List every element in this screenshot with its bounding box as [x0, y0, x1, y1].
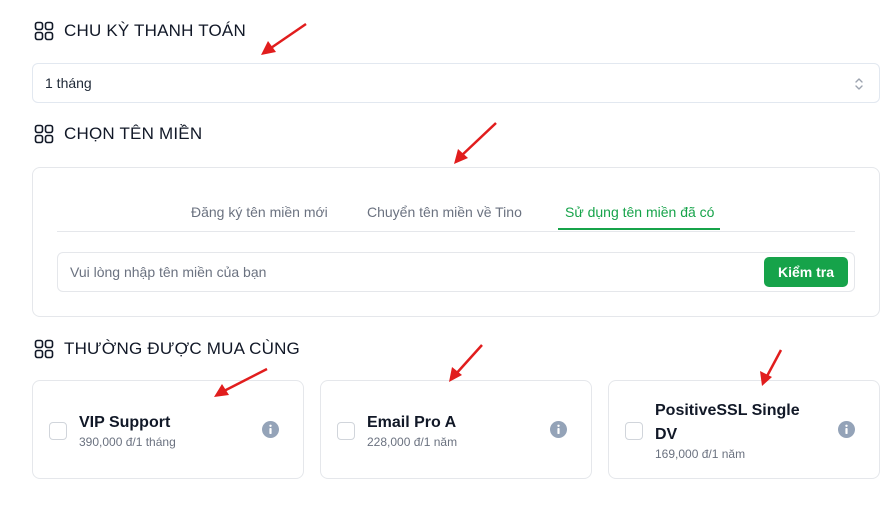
addons-heading-title: THƯỜNG ĐƯỢC MUA CÙNG: [64, 339, 300, 358]
grid-icon: [34, 124, 54, 144]
annotation-arrow: [454, 122, 497, 164]
check-domain-button[interactable]: Kiểm tra: [764, 257, 848, 287]
domain-heading: CHỌN TÊN MIỀN: [34, 124, 202, 144]
domain-input[interactable]: [58, 253, 758, 291]
info-icon[interactable]: [262, 421, 279, 438]
addon-price: 169,000 đ/1 năm: [655, 447, 746, 461]
addon-price: 390,000 đ/1 tháng: [79, 435, 176, 449]
annotation-arrow: [261, 22, 307, 55]
domain-card: Đăng ký tên miền mới Chuyển tên miền về …: [32, 167, 880, 317]
tab-transfer-domain[interactable]: Chuyển tên miền về Tino: [367, 204, 522, 228]
addon-checkbox[interactable]: [337, 422, 355, 440]
info-icon[interactable]: [550, 421, 567, 438]
addon-card-vip-support[interactable]: VIP Support 390,000 đ/1 tháng: [32, 380, 304, 479]
addon-checkbox[interactable]: [625, 422, 643, 440]
addon-card-positivessl[interactable]: PositiveSSL Single DV 169,000 đ/1 năm: [608, 380, 880, 479]
addon-card-email-pro-a[interactable]: Email Pro A 228,000 đ/1 năm: [320, 380, 592, 479]
info-icon[interactable]: [838, 421, 855, 438]
addon-name: PositiveSSL Single DV: [655, 402, 800, 443]
billing-heading: CHU KỲ THANH TOÁN: [34, 21, 246, 41]
addon-price: 228,000 đ/1 năm: [367, 435, 458, 449]
domain-input-group: Kiểm tra: [57, 252, 855, 292]
addon-name: VIP Support: [79, 414, 171, 431]
chevron-up-down-icon: [855, 78, 863, 90]
grid-icon: [34, 21, 54, 41]
addon-checkbox[interactable]: [49, 422, 67, 440]
tab-register-domain[interactable]: Đăng ký tên miền mới: [191, 204, 328, 228]
domain-heading-title: CHỌN TÊN MIỀN: [64, 124, 203, 143]
tab-use-existing-domain[interactable]: Sử dụng tên miền đã có: [558, 204, 721, 230]
addon-name: Email Pro A: [367, 414, 457, 431]
billing-heading-title: CHU KỲ THANH TOÁN: [64, 21, 246, 40]
annotation-arrow: [449, 344, 483, 382]
grid-icon: [34, 339, 54, 359]
billing-cycle-select[interactable]: 1 tháng: [32, 63, 880, 103]
billing-cycle-value: 1 tháng: [45, 75, 92, 91]
domain-tabs: Đăng ký tên miền mới Chuyển tên miền về …: [57, 198, 855, 232]
addons-heading: THƯỜNG ĐƯỢC MUA CÙNG: [34, 339, 300, 359]
